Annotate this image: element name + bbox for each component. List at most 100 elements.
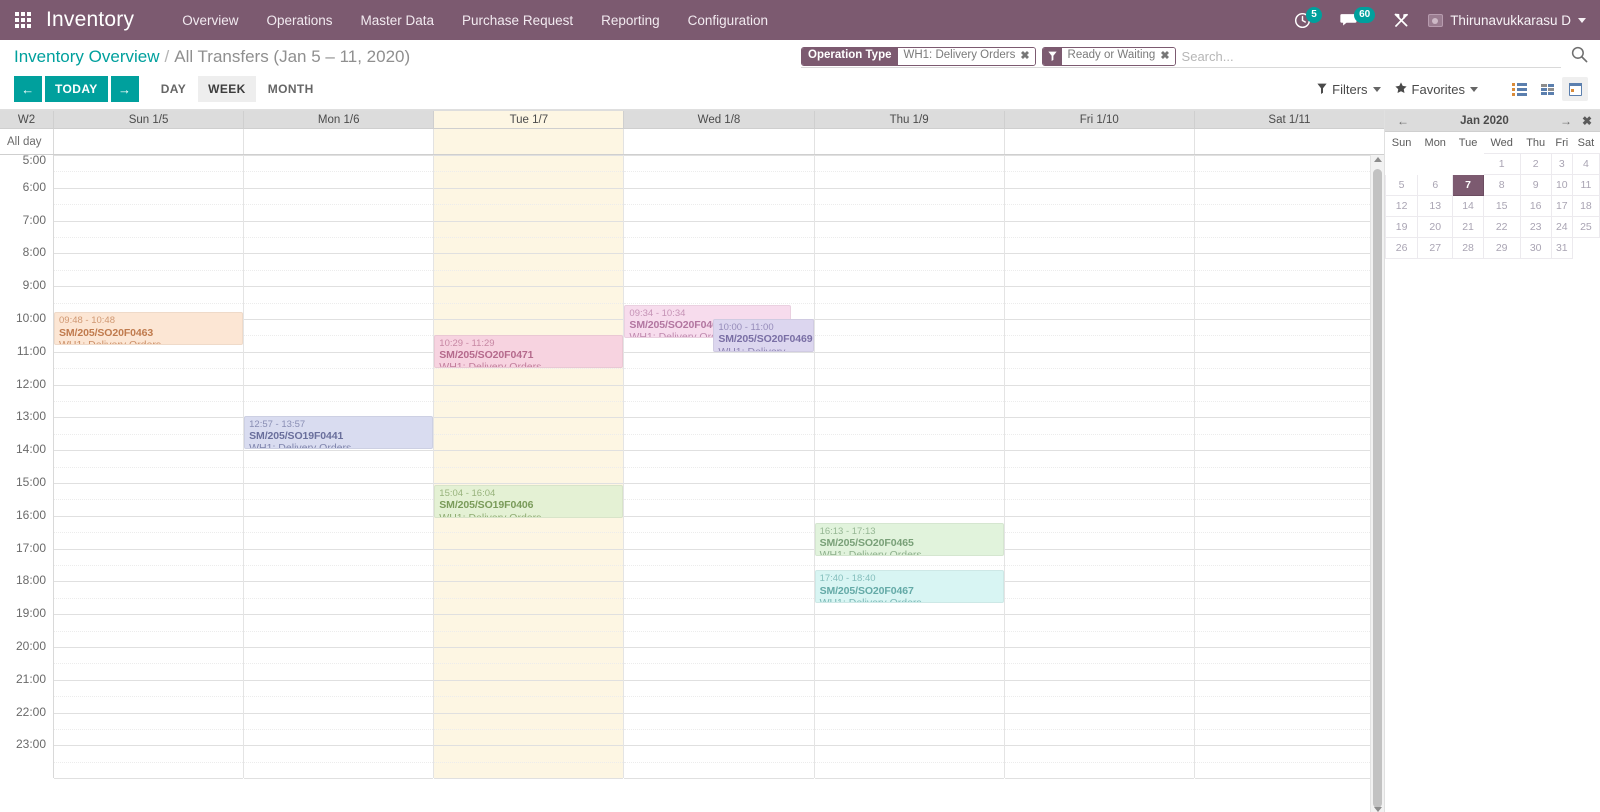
facet-ready-or-waiting-text: Ready or Waiting [1067,49,1156,62]
mini-calendar-day-11[interactable]: 11 [1571,174,1600,196]
facet-ready-or-waiting[interactable]: Ready or Waiting ✖ [1041,46,1176,66]
search-magnifier-icon[interactable] [1571,46,1588,68]
scroll-up-arrow-icon[interactable] [1374,157,1382,162]
time-label: 7:00 [21,212,47,227]
day-header-sun[interactable]: Sun 1/5 [54,111,245,128]
mini-calendar-day-14[interactable]: 14 [1452,195,1484,217]
kanban-view-icon[interactable] [1534,77,1560,101]
mini-calendar-panel: ← Jan 2020 → ✖ Sun Mon Tue Wed Thu Fri Sat 123… [1384,110,1600,812]
mini-calendar-day-13[interactable]: 13 [1417,195,1454,217]
search-input[interactable] [1175,48,1561,64]
all-day-cell-fri[interactable] [1005,129,1195,154]
calendar-event[interactable]: 09:48 - 10:48 SM/205/SO20F0463 WH1: Delive… [54,312,244,346]
day-column-fri[interactable] [1004,155,1195,780]
all-day-cell-wed[interactable] [624,129,815,154]
menu-item-master-data[interactable]: Master Data [347,3,449,38]
menu-item-overview[interactable]: Overview [168,3,252,38]
debug-tools-menu[interactable] [1393,12,1410,29]
day-header-tue[interactable]: Tue 1/7 [434,111,625,128]
mini-calendar-day-29[interactable]: 29 [1482,237,1521,259]
scale-day-button[interactable]: DAY [151,76,196,102]
day-header-wed[interactable]: Wed 1/8 [624,111,815,128]
app-brand-title[interactable]: Inventory [46,8,134,32]
calendar-view-icon[interactable] [1562,77,1588,101]
activity-menu[interactable]: 5 [1294,7,1323,29]
mini-calendar-day-1[interactable]: 1 [1482,153,1521,175]
favorites-dropdown[interactable]: Favorites [1394,82,1478,97]
scale-week-button[interactable]: WEEK [198,76,256,102]
calendar-event[interactable]: 17:40 - 18:40 SM/205/SO20F0467 WH1: Delive… [814,570,1004,604]
calendar-event[interactable]: 15:04 - 16:04 SM/205/SO19F0406 WH1: Delive… [434,485,624,518]
day-column-sun[interactable]: 09:48 - 10:48 SM/205/SO20F0463 WH1: Delive… [54,155,245,780]
filters-dropdown[interactable]: Filters [1317,82,1381,97]
mini-calendar-day-27[interactable]: 27 [1417,237,1454,259]
day-column-wed[interactable]: 09:34 - 10:34 SM/205/SO20F0462 WH1: Delive… [624,155,815,780]
mini-calendar-day-18[interactable]: 18 [1571,195,1600,217]
mini-calendar-prev-icon[interactable]: ← [1393,114,1413,128]
all-day-cell-tue[interactable] [434,129,625,154]
facet-remove-icon[interactable]: ✖ [1160,50,1169,62]
previous-period-button[interactable]: ← [14,76,42,102]
calendar-event[interactable]: 16:13 - 17:13 SM/205/SO20F0465 WH1: Delive… [814,522,1004,556]
mini-calendar-day-20[interactable]: 20 [1417,216,1454,238]
today-button[interactable]: TODAY [45,76,108,102]
mini-calendar-close-icon[interactable]: ✖ [1582,114,1592,128]
mini-calendar-day-21[interactable]: 21 [1452,216,1484,238]
mini-calendar-day-9[interactable]: 9 [1519,174,1552,196]
all-day-cell-sun[interactable] [54,129,245,154]
mini-calendar-day-7[interactable]: 7 [1452,174,1484,196]
mini-calendar-day-3[interactable]: 3 [1550,153,1573,175]
day-header-thu[interactable]: Thu 1/9 [815,111,1005,128]
mini-calendar-day-6[interactable]: 6 [1417,174,1454,196]
mini-calendar-day-24[interactable]: 24 [1550,216,1573,238]
facet-operation-type[interactable]: Operation Type WH1: Delivery Orders ✖ [801,46,1036,66]
mini-calendar-day-17[interactable]: 17 [1550,195,1573,217]
mini-calendar-day-15[interactable]: 15 [1482,195,1521,217]
mini-calendar-day-22[interactable]: 22 [1482,216,1521,238]
menu-item-configuration[interactable]: Configuration [674,3,782,38]
day-header-mon[interactable]: Mon 1/6 [244,111,435,128]
day-column-mon[interactable]: 12:57 - 13:57 SM/205/SO19F0441 WH1: Delive… [244,155,435,780]
menu-item-operations[interactable]: Operations [252,3,346,38]
user-menu[interactable]: Thirunavukkarasu D [1428,13,1586,28]
all-day-cell-thu[interactable] [815,129,1005,154]
calendar-time-grid-scroll: 5:00 6:00 7:00 8:00 9:00 10:00 11:00 12:00 13:00… [0,155,1384,812]
scroll-down-arrow-icon[interactable] [1374,807,1382,812]
mini-calendar-day-10[interactable]: 10 [1550,174,1573,196]
calendar-vertical-scrollbar[interactable] [1370,155,1384,812]
breadcrumb-parent[interactable]: Inventory Overview [14,47,160,67]
day-header-sat[interactable]: Sat 1/11 [1195,111,1384,128]
list-view-icon[interactable] [1506,77,1532,101]
mini-calendar-day-4[interactable]: 4 [1571,153,1600,175]
menu-item-reporting[interactable]: Reporting [587,3,674,38]
scale-month-button[interactable]: MONTH [258,76,324,102]
day-header-fri[interactable]: Fri 1/10 [1005,111,1195,128]
day-column-sat[interactable] [1194,155,1384,780]
all-day-cell-mon[interactable] [244,129,435,154]
mini-calendar-day-31[interactable]: 31 [1550,237,1573,259]
messaging-menu[interactable]: 60 [1340,7,1376,28]
calendar-event[interactable]: 12:57 - 13:57 SM/205/SO19F0441 WH1: Delive… [244,415,434,449]
day-column-tue[interactable]: 10:29 - 11:29 SM/205/SO20F0471 WH1: Delive… [434,155,625,780]
mini-calendar-day-30[interactable]: 30 [1519,237,1552,259]
calendar-event[interactable]: 10:29 - 11:29 SM/205/SO20F0471 WH1: Delive… [434,334,624,368]
mini-calendar-day-25[interactable]: 25 [1571,216,1600,238]
mini-calendar-day-12[interactable]: 12 [1384,195,1419,217]
day-column-thu[interactable]: 16:13 - 17:13 SM/205/SO20F0465 WH1: Delive… [814,155,1005,780]
scrollbar-thumb[interactable] [1373,169,1382,808]
mini-calendar-day-23[interactable]: 23 [1519,216,1552,238]
mini-calendar-day-2[interactable]: 2 [1519,153,1552,175]
next-period-button[interactable]: → [110,76,139,102]
mini-calendar-next-icon[interactable]: → [1556,114,1576,128]
mini-calendar-day-16[interactable]: 16 [1519,195,1552,217]
mini-calendar-day-8[interactable]: 8 [1482,174,1521,196]
menu-item-purchase-request[interactable]: Purchase Request [448,3,587,38]
calendar-event[interactable]: 10:00 - 11:00 SM/205/SO20F0469 WH1: Delive… [713,319,814,352]
all-day-cell-sat[interactable] [1195,129,1384,154]
mini-calendar-day-5[interactable]: 5 [1384,174,1419,196]
mini-calendar-day-26[interactable]: 26 [1384,237,1419,259]
mini-calendar-day-28[interactable]: 28 [1452,237,1484,259]
apps-menu-toggle[interactable] [0,0,46,40]
facet-remove-icon[interactable]: ✖ [1020,50,1029,62]
mini-calendar-day-19[interactable]: 19 [1384,216,1419,238]
